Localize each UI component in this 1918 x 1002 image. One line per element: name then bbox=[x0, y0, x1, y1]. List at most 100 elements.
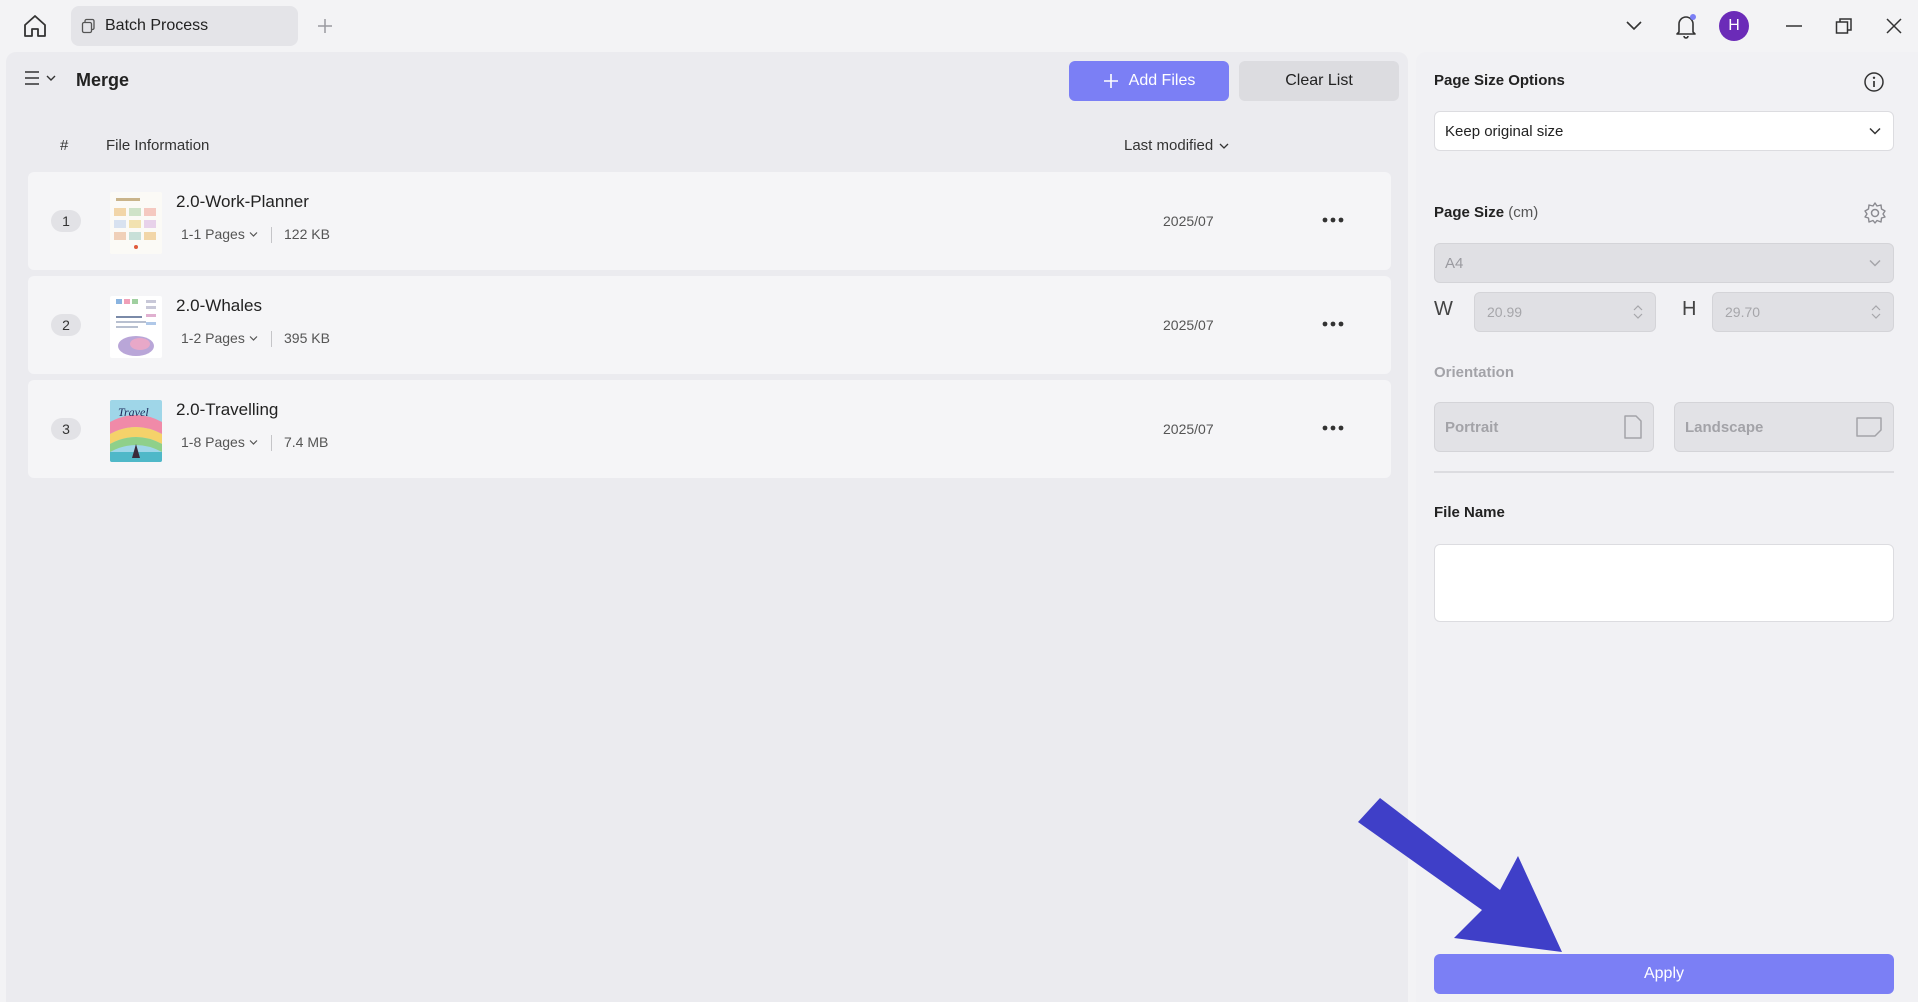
width-value: 20.99 bbox=[1487, 304, 1523, 320]
file-thumbnail bbox=[110, 296, 162, 358]
home-button[interactable] bbox=[20, 12, 50, 40]
last-modified-date: 2025/07 bbox=[1163, 421, 1214, 437]
row-index: 3 bbox=[51, 418, 81, 440]
restore-button[interactable] bbox=[1828, 10, 1860, 42]
chevron-down-icon bbox=[249, 439, 258, 445]
plus-icon bbox=[1103, 74, 1118, 88]
column-header-file-information: File Information bbox=[106, 137, 210, 154]
chevron-down-icon bbox=[1869, 259, 1881, 267]
row-index: 1 bbox=[51, 210, 81, 232]
landscape-option[interactable]: Landscape bbox=[1674, 402, 1894, 452]
page-title: Merge bbox=[76, 70, 130, 90]
page-size-settings-button[interactable] bbox=[1862, 200, 1888, 226]
more-icon bbox=[1322, 217, 1344, 223]
page-range: 1-1 Pages bbox=[181, 226, 245, 242]
divider bbox=[271, 331, 272, 347]
new-tab-button[interactable] bbox=[312, 12, 338, 40]
column-header-last-modified: Last modified bbox=[1124, 137, 1214, 154]
height-value: 29.70 bbox=[1725, 304, 1761, 320]
column-header-index: # bbox=[60, 137, 69, 154]
last-modified-date: 2025/07 bbox=[1163, 317, 1214, 333]
page-range-dropdown[interactable]: 1-2 Pages bbox=[181, 330, 258, 346]
page-size-unit: (cm) bbox=[1508, 204, 1539, 221]
file-thumbnail bbox=[110, 192, 162, 254]
portrait-page-icon bbox=[1624, 415, 1642, 439]
title-bar: Batch Process H bbox=[0, 0, 1918, 52]
home-icon bbox=[24, 15, 46, 37]
page-size-label: Page Size (cm) bbox=[1434, 204, 1538, 221]
close-icon bbox=[1886, 18, 1902, 34]
minimize-button[interactable] bbox=[1778, 10, 1810, 42]
height-label: H bbox=[1682, 298, 1697, 320]
work-planner-thumbnail-icon bbox=[110, 192, 162, 254]
tab-batch-process[interactable]: Batch Process bbox=[71, 6, 298, 46]
sort-last-modified[interactable]: Last modified bbox=[1124, 137, 1229, 154]
minimize-icon bbox=[1786, 25, 1802, 27]
chevron-down-icon bbox=[46, 75, 56, 81]
file-name: 2.0-Travelling bbox=[176, 400, 279, 419]
plus-icon bbox=[318, 19, 332, 33]
avatar: H bbox=[1719, 11, 1749, 41]
paper-size-value: A4 bbox=[1445, 254, 1464, 272]
height-input[interactable]: 29.70 bbox=[1712, 292, 1894, 332]
settings-panel: Page Size Options Keep original size Pag… bbox=[1416, 52, 1918, 1002]
more-options-button[interactable] bbox=[1320, 416, 1346, 440]
more-icon bbox=[1322, 321, 1344, 327]
table-row[interactable]: 1 2.0-Work-Planner 1-1 Pages 122 KB 2025… bbox=[28, 172, 1391, 270]
dropdown-button[interactable] bbox=[1618, 10, 1650, 42]
more-icon bbox=[1322, 425, 1344, 431]
file-list-area: Merge Add Files Clear List # File Inform… bbox=[6, 52, 1408, 1002]
gear-icon bbox=[1864, 202, 1886, 224]
add-files-label: Add Files bbox=[1128, 72, 1196, 89]
stepper-icon bbox=[1633, 305, 1643, 319]
travelling-thumbnail-icon: Travel bbox=[110, 400, 162, 462]
tab-label: Batch Process bbox=[105, 17, 209, 34]
landscape-label: Landscape bbox=[1685, 418, 1764, 436]
chevron-down-icon bbox=[249, 335, 258, 341]
menu-icon bbox=[25, 71, 39, 85]
portrait-label: Portrait bbox=[1445, 418, 1499, 436]
chevron-down-icon bbox=[1869, 127, 1881, 135]
last-modified-date: 2025/07 bbox=[1163, 213, 1214, 229]
orientation-label: Orientation bbox=[1434, 364, 1515, 381]
file-name-label: File Name bbox=[1434, 504, 1505, 521]
page-size-options-label: Page Size Options bbox=[1434, 72, 1565, 89]
add-files-button[interactable]: Add Files bbox=[1069, 61, 1229, 101]
page-size-options-value: Keep original size bbox=[1445, 122, 1564, 140]
chevron-down-icon bbox=[1219, 143, 1229, 149]
menu-button[interactable] bbox=[24, 70, 56, 86]
width-label: W bbox=[1434, 298, 1453, 320]
page-range: 1-8 Pages bbox=[181, 434, 245, 450]
divider bbox=[271, 435, 272, 451]
file-name: 2.0-Whales bbox=[176, 296, 262, 315]
page-range-dropdown[interactable]: 1-1 Pages bbox=[181, 226, 258, 242]
paper-size-select[interactable]: A4 bbox=[1434, 243, 1894, 283]
user-avatar[interactable]: H bbox=[1718, 10, 1750, 42]
info-icon bbox=[1864, 72, 1884, 92]
whales-thumbnail-icon bbox=[110, 296, 162, 358]
landscape-page-icon bbox=[1856, 417, 1882, 437]
info-button[interactable] bbox=[1862, 70, 1886, 94]
more-options-button[interactable] bbox=[1320, 208, 1346, 232]
divider bbox=[1434, 471, 1894, 473]
page-size-options-select[interactable]: Keep original size bbox=[1434, 111, 1894, 151]
table-row[interactable]: 2 2.0-Whales 1-2 Pages 395 KB 2025/07 bbox=[28, 276, 1391, 374]
divider bbox=[271, 227, 272, 243]
page-size-title: Page Size bbox=[1434, 204, 1505, 221]
row-index: 2 bbox=[51, 314, 81, 336]
clear-list-button[interactable]: Clear List bbox=[1239, 61, 1399, 101]
table-row[interactable]: 3 Travel 2.0-Travelling 1-8 Pages 7.4 MB… bbox=[28, 380, 1391, 478]
portrait-option[interactable]: Portrait bbox=[1434, 402, 1654, 452]
more-options-button[interactable] bbox=[1320, 312, 1346, 336]
file-size: 122 KB bbox=[284, 226, 330, 242]
file-size: 395 KB bbox=[284, 330, 330, 346]
width-input[interactable]: 20.99 bbox=[1474, 292, 1656, 332]
apply-button[interactable]: Apply bbox=[1434, 954, 1894, 994]
page-range: 1-2 Pages bbox=[181, 330, 245, 346]
file-name: 2.0-Work-Planner bbox=[176, 192, 309, 211]
file-name-input[interactable] bbox=[1434, 544, 1894, 622]
close-button[interactable] bbox=[1878, 10, 1910, 42]
page-range-dropdown[interactable]: 1-8 Pages bbox=[181, 434, 258, 450]
notification-button[interactable] bbox=[1670, 10, 1702, 42]
stepper-icon bbox=[1871, 305, 1881, 319]
